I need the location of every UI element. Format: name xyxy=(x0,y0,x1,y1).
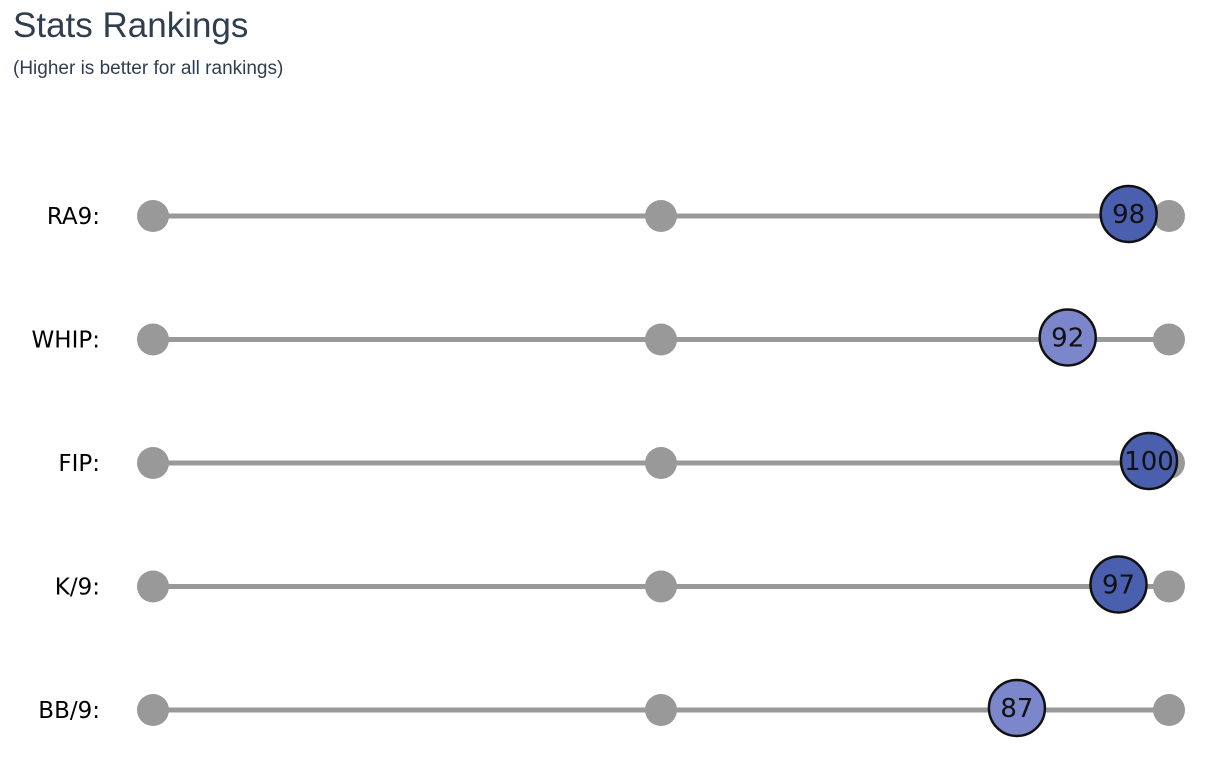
value-label: 92 xyxy=(1051,324,1084,354)
track-mark xyxy=(645,694,677,726)
track-mark xyxy=(645,200,677,232)
row-label: WHIP: xyxy=(32,328,100,354)
ranking-row: RA9: 98 xyxy=(47,184,1185,244)
ranking-row: WHIP: 92 xyxy=(32,308,1185,367)
value-label: 87 xyxy=(1000,694,1033,724)
track-mark xyxy=(137,694,169,726)
track-mark xyxy=(645,323,677,356)
track-mark xyxy=(645,570,677,603)
row-label: BB/9: xyxy=(38,698,100,724)
track-mark xyxy=(1153,694,1185,726)
track-mark xyxy=(645,447,677,479)
track-mark xyxy=(137,323,169,356)
row-label: RA9: xyxy=(47,204,100,230)
ranking-row: K/9: 97 xyxy=(55,555,1185,614)
ranking-row: BB/9: 87 xyxy=(38,678,1185,738)
value-label: 97 xyxy=(1102,571,1135,601)
track-mark xyxy=(137,200,169,232)
track-mark xyxy=(1153,570,1185,603)
track-mark xyxy=(137,570,169,603)
row-label: FIP: xyxy=(58,451,100,477)
track-mark xyxy=(1153,323,1185,356)
track-mark xyxy=(137,447,169,479)
ranking-row: FIP: 100 xyxy=(58,431,1185,491)
rankings-chart: RA9: 98 WHIP: 92 FIP: 100 K/9: 97 BB/9: 87 xyxy=(32,184,1185,738)
value-label: 100 xyxy=(1124,447,1174,477)
value-label: 98 xyxy=(1112,200,1145,230)
row-label: K/9: xyxy=(55,575,100,601)
